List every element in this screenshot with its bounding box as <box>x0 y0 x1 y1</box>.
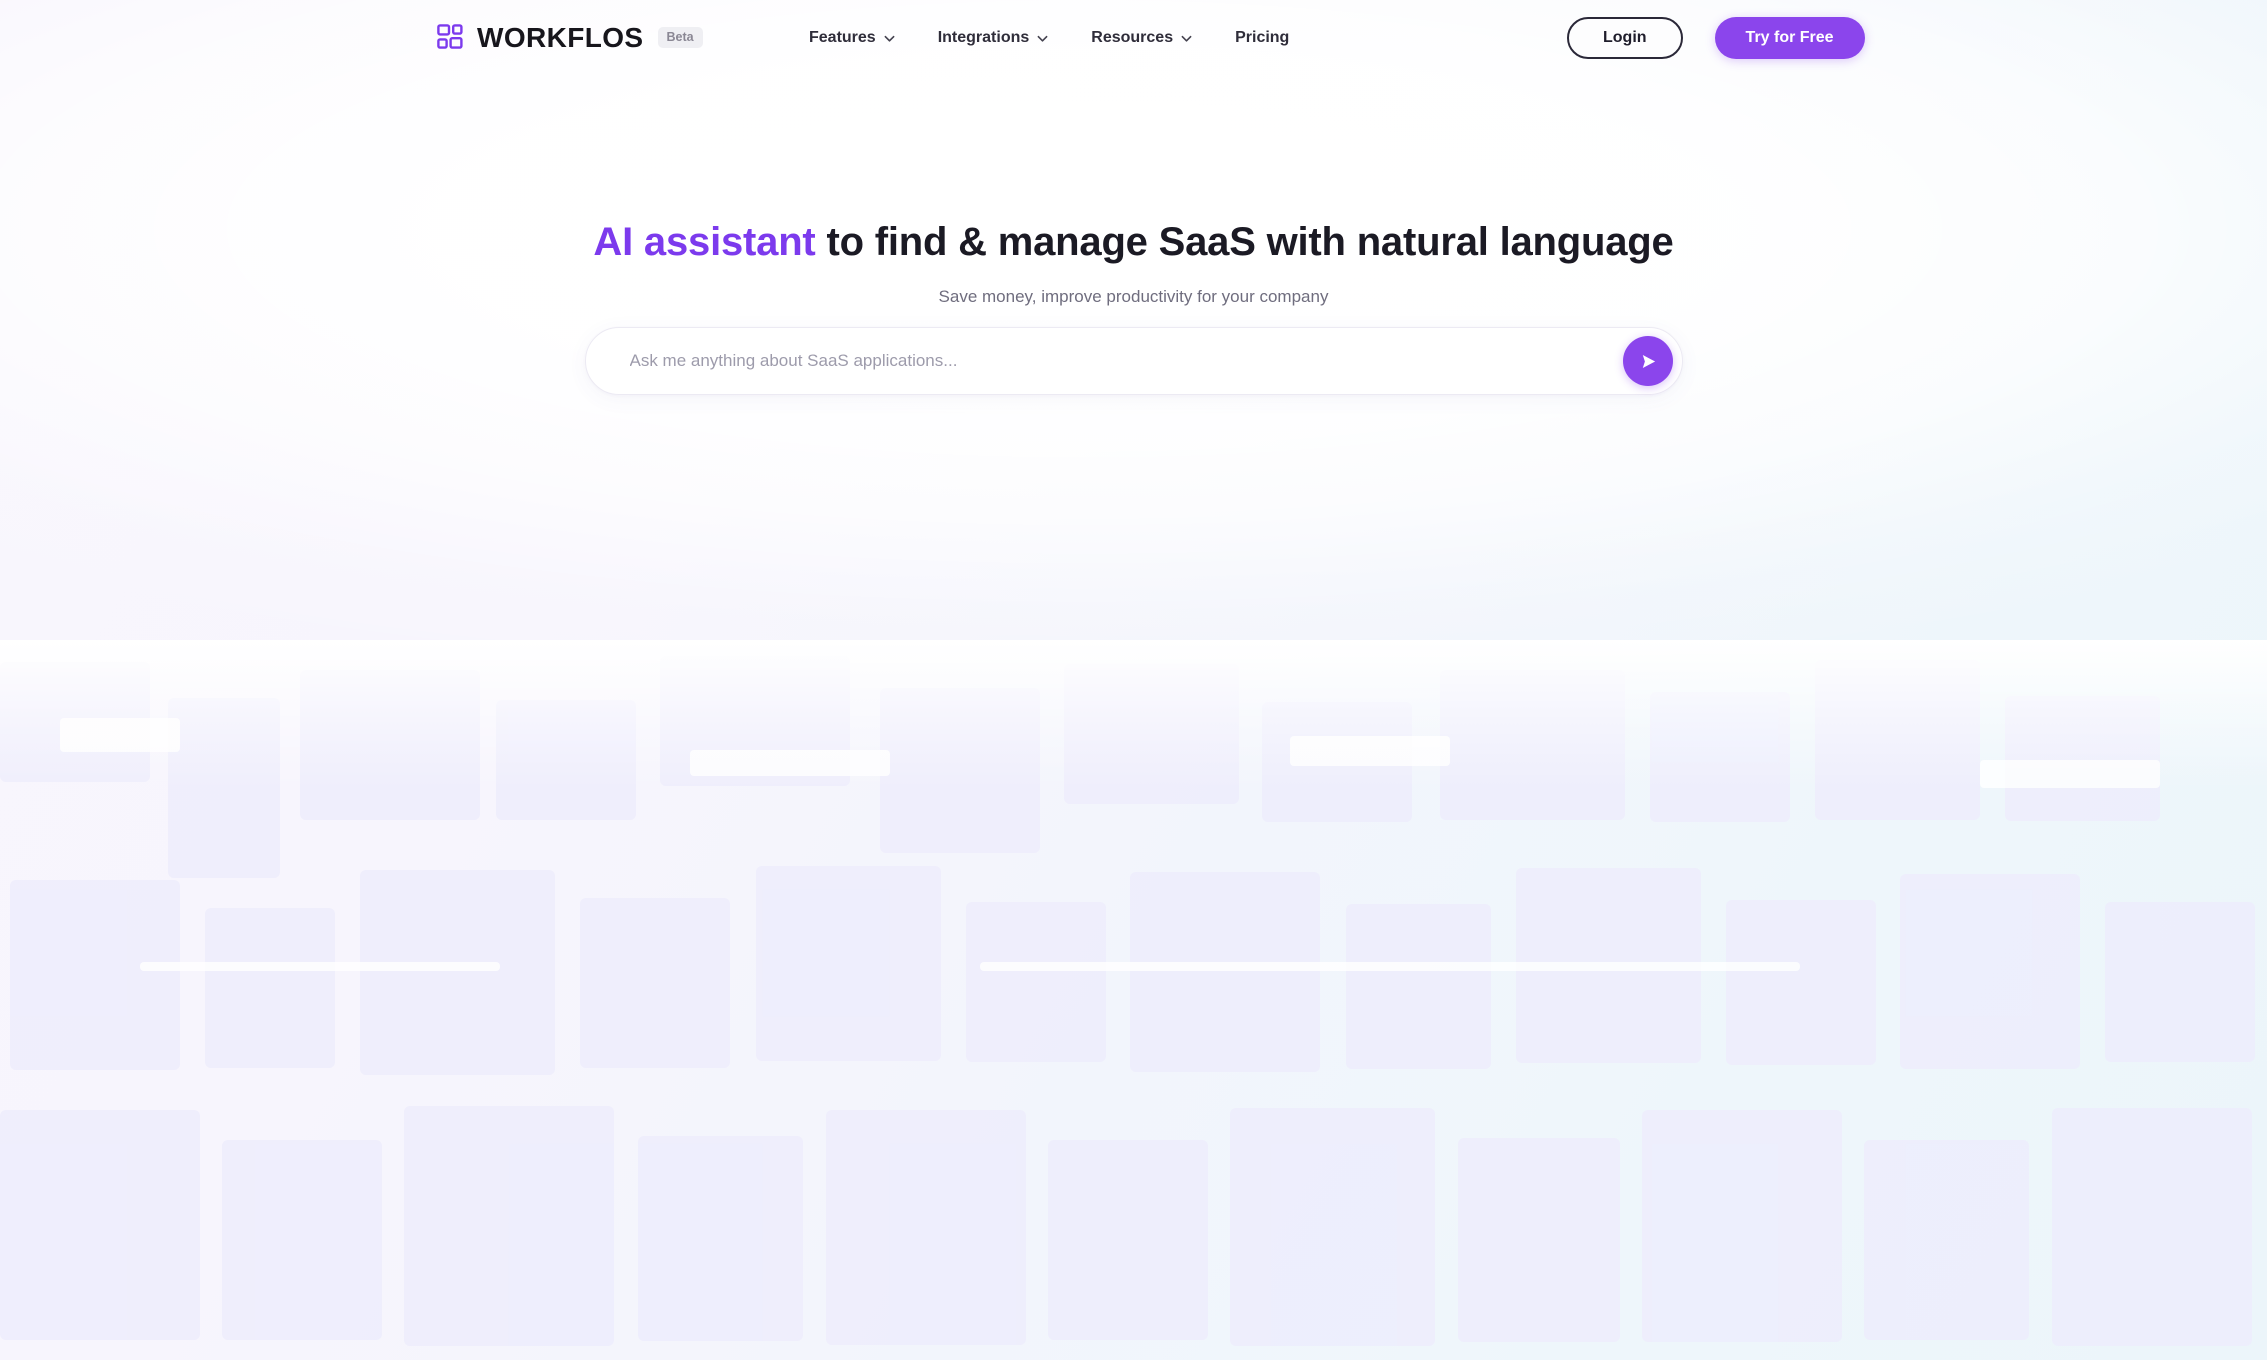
page-background: WORKFLOS Beta Features Integrations Reso… <box>0 0 2267 1360</box>
nav-item-integrations[interactable]: Integrations <box>917 23 1071 53</box>
site-header: WORKFLOS Beta Features Integrations Reso… <box>0 0 2267 75</box>
hero-subtitle: Save money, improve productivity for you… <box>938 287 1329 306</box>
try-for-free-button[interactable]: Try for Free <box>1714 16 1865 59</box>
background-ghost-pattern <box>0 640 2267 1360</box>
chevron-down-icon <box>1181 35 1192 42</box>
brand-name: WORKFLOS <box>477 21 644 53</box>
nav-item-label: Pricing <box>1235 28 1290 46</box>
primary-navigation: Features Integrations Resources Pricing <box>788 23 1310 53</box>
nav-item-resources[interactable]: Resources <box>1070 23 1214 53</box>
search-bar[interactable] <box>584 327 1683 395</box>
nav-item-pricing[interactable]: Pricing <box>1214 23 1310 53</box>
nav-item-label: Features <box>809 28 876 46</box>
chevron-down-icon <box>884 35 895 42</box>
search-submit-button[interactable] <box>1622 336 1673 386</box>
chevron-down-icon <box>1037 35 1048 42</box>
login-button[interactable]: Login <box>1567 16 1683 59</box>
nav-item-label: Resources <box>1091 28 1174 46</box>
nav-item-features[interactable]: Features <box>788 23 917 53</box>
headline-accent-text: AI assistant <box>593 220 816 264</box>
beta-badge: Beta <box>657 27 703 48</box>
header-actions: Login Try for Free <box>1567 16 1865 59</box>
send-arrow-icon <box>1642 354 1656 368</box>
grid-squares-icon <box>437 23 463 49</box>
ghost-pattern-fade <box>0 640 2267 790</box>
brand-logo[interactable]: WORKFLOS Beta <box>437 21 703 53</box>
headline-rest-text: to find & manage SaaS with natural langu… <box>815 220 1674 264</box>
page-title: AI assistant to find & manage SaaS with … <box>593 218 1673 266</box>
search-input[interactable] <box>629 328 1623 394</box>
nav-item-label: Integrations <box>937 28 1030 46</box>
